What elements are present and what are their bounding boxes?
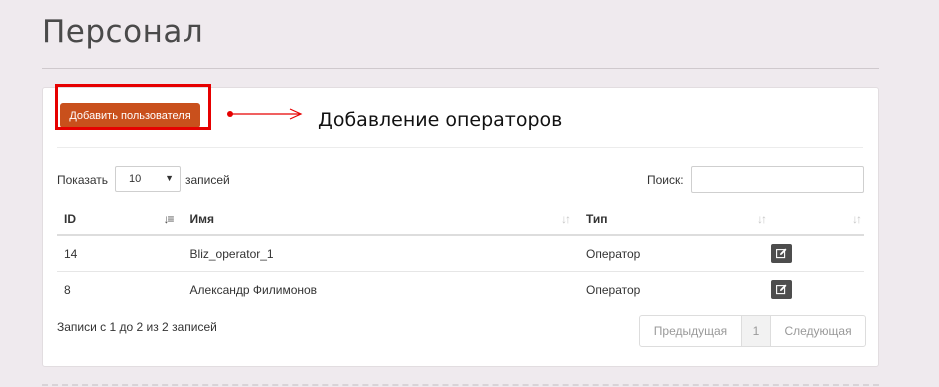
cell-type: Оператор (573, 235, 769, 272)
entries-records-label: записей (185, 173, 230, 187)
edit-button[interactable] (770, 280, 792, 299)
table-row: 8 Александр Филимонов Оператор (57, 272, 864, 308)
column-header-label: ID (64, 211, 76, 226)
cell-actions (768, 235, 864, 272)
sort-icon: ↓↑ (756, 212, 767, 226)
table-info: Записи с 1 до 2 из 2 записей (57, 320, 217, 334)
cell-name: Bliz_operator_1 (176, 235, 574, 272)
cell-id: 8 (64, 282, 71, 297)
edit-icon (775, 284, 787, 295)
search-label: Поиск: (647, 173, 684, 187)
search-input[interactable] (691, 166, 864, 193)
entries-length-value: 10 (129, 173, 142, 185)
column-header-name[interactable]: Имя ↓↑ (176, 203, 574, 236)
edit-icon (775, 248, 787, 259)
cell-actions (769, 272, 864, 308)
table-row: 14 Bliz_operator_1 Оператор (57, 235, 864, 272)
pagination-next-button[interactable]: Следующая (771, 316, 865, 346)
cell-type: Оператор (586, 282, 641, 297)
sort-desc-icon: ↓≡ (163, 212, 175, 226)
annotation-arrow-icon (227, 108, 303, 120)
show-entries-label: Показать (57, 173, 109, 187)
edit-button[interactable] (770, 244, 792, 263)
pagination-page-button[interactable]: 1 (742, 316, 771, 346)
bottom-divider (42, 384, 879, 386)
annotation-highlight-box (55, 84, 211, 130)
column-header-label: Имя (189, 211, 215, 226)
sort-icon: ↓↑ (852, 212, 862, 226)
pagination-previous-button[interactable]: Предыдущая (640, 316, 742, 346)
staff-table: ID ↓≡ Имя ↓↑ Тип ↓↑ ↓↑ 14 Bliz_operator_… (57, 203, 864, 307)
title-divider (42, 68, 879, 69)
table-header-row: ID ↓≡ Имя ↓↑ Тип ↓↑ ↓↑ (57, 203, 864, 236)
column-header-id[interactable]: ID ↓≡ (57, 203, 177, 236)
annotation-label: Добавление операторов (318, 109, 563, 131)
column-header-label: Тип (586, 211, 608, 226)
cell-id: 14 (57, 235, 177, 272)
column-header-type[interactable]: Тип ↓↑ (573, 203, 769, 236)
column-header-actions[interactable]: ↓↑ (768, 203, 864, 236)
entries-length-select[interactable]: 10 ▼ (115, 166, 181, 192)
sort-icon: ↓↑ (561, 212, 571, 226)
panel-header-divider (57, 147, 863, 148)
page-title: Персонал (42, 14, 204, 50)
cell-name: Александр Филимонов (189, 282, 318, 297)
pagination: Предыдущая 1 Следующая (639, 315, 866, 347)
chevron-down-icon: ▼ (165, 173, 174, 183)
